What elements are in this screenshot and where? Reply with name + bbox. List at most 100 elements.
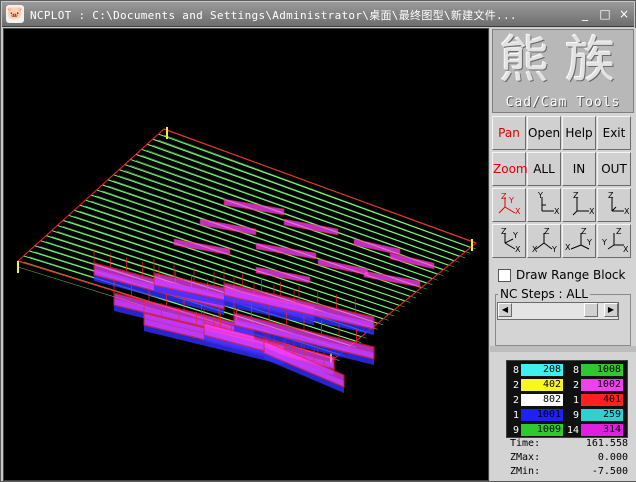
time-readout: Time: 161.558 — [510, 438, 632, 451]
help-button[interactable]: Help — [562, 116, 596, 150]
draw-range-block-checkbox[interactable]: Draw Range Block — [498, 268, 634, 284]
ncplot-window: 🐷 NCPLOT : C:\Documents and Settings\Adm… — [0, 0, 636, 482]
view-yz-x-button[interactable]: ZY X — [597, 224, 631, 258]
zmax-label: ZMax: — [510, 452, 541, 463]
view-iso-zyx-icon: Z YX — [498, 192, 521, 216]
view-front-zx-button[interactable]: YX — [527, 188, 561, 222]
legend-swatch: 401 — [581, 394, 623, 406]
scroll-right-icon[interactable]: ▶ — [604, 303, 618, 317]
maximize-icon[interactable]: □ — [596, 5, 614, 23]
view-front-zx-icon: YX — [537, 191, 560, 216]
legend-tool-number: 1 — [572, 395, 579, 406]
pocket-toolpath — [255, 242, 317, 260]
nc-steps-scrollbar[interactable]: ◀ ▶ — [497, 302, 619, 320]
logo-subtitle: Cad/Cam Tools — [505, 95, 621, 110]
view-iso-zxy-button[interactable]: ZYX — [492, 224, 526, 258]
svg-text:Y: Y — [551, 245, 557, 254]
view-iso-xyz-button[interactable]: ZX Y — [527, 224, 561, 258]
svg-text:X: X — [623, 245, 629, 254]
logo-char-1: 熊 — [499, 31, 549, 89]
view-iso-zxy-icon: Z YX — [501, 227, 521, 254]
view-xy-z-button[interactable]: Z X Y — [562, 224, 596, 258]
title-bar[interactable]: 🐷 NCPLOT : C:\Documents and Settings\Adm… — [2, 2, 634, 27]
pig-icon[interactable]: 🐷 — [6, 5, 24, 23]
svg-text:Y: Y — [586, 238, 592, 247]
nc-steps-thumb[interactable] — [583, 303, 598, 317]
raster-pass — [118, 169, 433, 280]
zoom-out-button[interactable]: OUT — [597, 152, 631, 186]
view-iso-zyx-button[interactable]: ZYX — [492, 188, 526, 222]
open-button[interactable]: Open — [527, 116, 561, 150]
pan-button[interactable]: Pan — [492, 116, 526, 150]
tool-color-legend: 8 208 8 1008 2 402 2 1002 2 802 1 401 1 1001 9 259 9 1009… — [506, 360, 628, 438]
zmin-value: -7.500 — [591, 466, 628, 477]
legend-swatch: 1002 — [581, 379, 623, 391]
legend-row: 8 208 8 1008 — [507, 363, 627, 378]
legend-tool-number: 9 — [512, 425, 519, 436]
svg-text:X: X — [532, 245, 538, 254]
svg-text:X: X — [624, 207, 630, 216]
view-side-zx-icon: ZX — [572, 191, 595, 216]
pocket-toolpath — [223, 198, 285, 216]
svg-text:Z: Z — [616, 227, 622, 236]
legend-tool-number: 9 — [572, 410, 579, 421]
legend-tool-number: 2 — [512, 395, 519, 406]
divider — [490, 346, 636, 352]
svg-text:X: X — [515, 245, 521, 254]
view-iso-xyz-icon: ZX Y — [532, 227, 557, 254]
legend-tool-number: 8 — [512, 365, 519, 376]
svg-text:Z: Z — [501, 227, 507, 236]
toolpath-viewport[interactable] — [3, 28, 489, 481]
checkbox-box[interactable] — [498, 269, 511, 282]
svg-text:Y: Y — [512, 231, 518, 240]
legend-swatch: 259 — [581, 409, 623, 421]
exit-button[interactable]: Exit — [597, 116, 631, 150]
svg-text:Y: Y — [508, 196, 514, 205]
raster-pass — [135, 153, 449, 266]
svg-text:X: X — [554, 207, 560, 216]
svg-text:X: X — [515, 207, 521, 216]
scroll-left-icon[interactable]: ◀ — [498, 303, 512, 317]
svg-text:Z: Z — [544, 227, 550, 236]
legend-tool-number: 2 — [512, 380, 519, 391]
zmax-value: 0.000 — [597, 452, 628, 463]
time-value: 161.558 — [585, 438, 628, 449]
legend-swatch: 402 — [521, 379, 563, 391]
pocket-toolpath — [363, 270, 421, 288]
zmax-readout: ZMax: 0.000 — [510, 452, 632, 465]
view-top-zx-icon: ZX — [608, 191, 630, 216]
svg-text:Z: Z — [573, 191, 579, 200]
legend-swatch: 1008 — [581, 364, 623, 376]
pocket-toolpath — [283, 218, 339, 236]
zoom-button[interactable]: Zoom — [492, 152, 528, 186]
svg-text:Z: Z — [608, 191, 614, 200]
close-icon[interactable]: × — [615, 5, 633, 23]
legend-tool-number: 2 — [572, 380, 579, 391]
legend-tool-number: 1 — [512, 410, 519, 421]
legend-row: 9 1009 14 314 — [507, 423, 627, 438]
draw-range-block-label: Draw Range Block — [516, 268, 626, 282]
pocket-toolpath — [255, 266, 311, 284]
minimize-icon[interactable]: _ — [576, 5, 594, 23]
control-panel: 熊 族 Cad/Cam Tools Pan Open Help Exit Zoo… — [490, 28, 636, 481]
view-side-zx-button[interactable]: ZX — [562, 188, 596, 222]
legend-swatch: 1001 — [521, 409, 563, 421]
zoom-all-button[interactable]: ALL — [527, 152, 561, 186]
legend-row: 1 1001 9 259 — [507, 408, 627, 423]
svg-text:Y: Y — [537, 191, 543, 200]
svg-text:Z: Z — [501, 192, 507, 201]
legend-swatch: 314 — [581, 424, 623, 436]
zoom-in-button[interactable]: IN — [562, 152, 596, 186]
legend-row: 2 402 2 1002 — [507, 378, 627, 393]
svg-text:Z: Z — [581, 227, 587, 236]
time-label: Time: — [510, 438, 541, 449]
raster-pass — [158, 139, 471, 254]
zmin-label: ZMin: — [510, 466, 541, 477]
legend-tool-number: 14 — [567, 425, 580, 436]
legend-swatch: 802 — [521, 394, 563, 406]
window-title: NCPLOT : C:\Documents and Settings\Admin… — [30, 9, 517, 22]
legend-swatch: 208 — [521, 364, 563, 376]
view-top-zx-button[interactable]: ZX — [597, 188, 631, 222]
svg-text:X: X — [565, 243, 571, 252]
toolpath-plot — [17, 127, 477, 393]
